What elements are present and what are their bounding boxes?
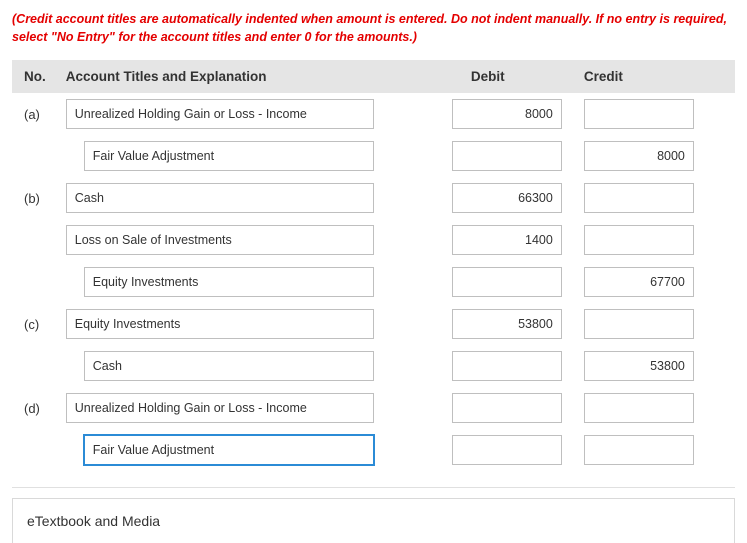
table-row	[12, 261, 735, 303]
table-row	[12, 135, 735, 177]
account-title-input[interactable]	[66, 309, 374, 339]
account-title-input[interactable]	[84, 435, 374, 465]
debit-cell	[414, 309, 578, 339]
row-number: (c)	[20, 317, 66, 332]
account-cell	[66, 141, 414, 171]
credit-input[interactable]	[584, 267, 694, 297]
instruction-text: (Credit account titles are automatically…	[12, 10, 735, 46]
account-title-input[interactable]	[66, 183, 374, 213]
section-divider	[12, 487, 735, 488]
debit-cell	[414, 225, 578, 255]
credit-input[interactable]	[584, 141, 694, 171]
header-no: No.	[20, 69, 66, 84]
header-debit: Debit	[414, 69, 578, 84]
credit-cell	[578, 267, 727, 297]
debit-cell	[414, 435, 578, 465]
account-title-input[interactable]	[66, 99, 374, 129]
row-number: (b)	[20, 191, 66, 206]
credit-input[interactable]	[584, 225, 694, 255]
debit-input[interactable]	[452, 99, 562, 129]
credit-cell	[578, 393, 727, 423]
debit-input[interactable]	[452, 225, 562, 255]
debit-input[interactable]	[452, 309, 562, 339]
credit-cell	[578, 225, 727, 255]
account-cell	[66, 309, 414, 339]
account-cell	[66, 267, 414, 297]
table-row	[12, 219, 735, 261]
credit-cell	[578, 183, 727, 213]
credit-cell	[578, 141, 727, 171]
journal-table: No. Account Titles and Explanation Debit…	[12, 60, 735, 471]
credit-input[interactable]	[584, 435, 694, 465]
table-row	[12, 429, 735, 471]
account-cell	[66, 351, 414, 381]
header-credit: Credit	[578, 69, 727, 84]
credit-cell	[578, 99, 727, 129]
debit-input[interactable]	[452, 183, 562, 213]
debit-input[interactable]	[452, 267, 562, 297]
debit-cell	[414, 141, 578, 171]
account-title-input[interactable]	[84, 351, 374, 381]
credit-cell	[578, 435, 727, 465]
account-cell	[66, 99, 414, 129]
row-number: (a)	[20, 107, 66, 122]
table-row: (c)	[12, 303, 735, 345]
debit-input[interactable]	[452, 435, 562, 465]
credit-input[interactable]	[584, 393, 694, 423]
credit-input[interactable]	[584, 351, 694, 381]
debit-cell	[414, 183, 578, 213]
table-row	[12, 345, 735, 387]
credit-input[interactable]	[584, 183, 694, 213]
account-title-input[interactable]	[84, 141, 374, 171]
debit-input[interactable]	[452, 141, 562, 171]
debit-cell	[414, 393, 578, 423]
credit-cell	[578, 351, 727, 381]
account-cell	[66, 393, 414, 423]
debit-cell	[414, 99, 578, 129]
header-acct: Account Titles and Explanation	[66, 69, 414, 84]
debit-cell	[414, 351, 578, 381]
account-title-input[interactable]	[66, 225, 374, 255]
credit-input[interactable]	[584, 309, 694, 339]
credit-cell	[578, 309, 727, 339]
etextbook-panel[interactable]: eTextbook and Media	[12, 498, 735, 543]
account-cell	[66, 225, 414, 255]
row-number: (d)	[20, 401, 66, 416]
table-row: (a)	[12, 93, 735, 135]
debit-input[interactable]	[452, 351, 562, 381]
credit-input[interactable]	[584, 99, 694, 129]
account-cell	[66, 183, 414, 213]
table-row: (b)	[12, 177, 735, 219]
debit-cell	[414, 267, 578, 297]
table-row: (d)	[12, 387, 735, 429]
account-title-input[interactable]	[84, 267, 374, 297]
debit-input[interactable]	[452, 393, 562, 423]
table-header-row: No. Account Titles and Explanation Debit…	[12, 60, 735, 93]
account-cell	[66, 435, 414, 465]
account-title-input[interactable]	[66, 393, 374, 423]
